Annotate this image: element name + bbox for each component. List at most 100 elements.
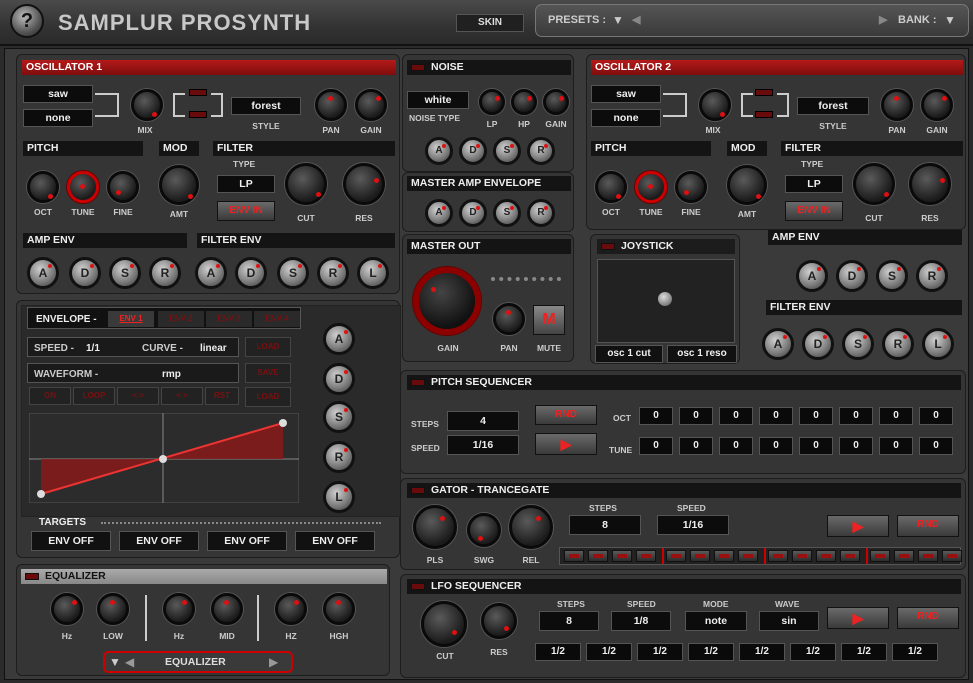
envelope-point-mid[interactable]	[159, 455, 167, 463]
osc1-style-toggle-1[interactable]	[189, 89, 207, 96]
osc1-filter-level-knob[interactable]: L	[357, 257, 389, 289]
osc2-filter-attack-knob[interactable]: A	[762, 328, 794, 360]
osc2-mix-knob[interactable]	[699, 89, 731, 121]
osc1-filter-decay-knob[interactable]: D	[235, 257, 267, 289]
osc1-amp-sustain-knob[interactable]: S	[109, 257, 141, 289]
osc1-amp-decay-knob[interactable]: D	[69, 257, 101, 289]
gator-speed-value[interactable]: 1/16	[657, 515, 729, 535]
osc2-filter-decay-knob[interactable]: D	[802, 328, 834, 360]
envelope-tab-3[interactable]: ENV 3	[206, 311, 252, 327]
pitch-seq-tune-cell[interactable]: 0	[679, 437, 713, 455]
eq-dropdown-icon[interactable]: ▼	[109, 655, 121, 669]
osc2-filter-level-knob[interactable]: L	[922, 328, 954, 360]
noise-release-knob[interactable]: R	[527, 137, 555, 165]
lfo-res-knob[interactable]	[481, 603, 517, 639]
osc1-amp-release-knob[interactable]: R	[149, 257, 181, 289]
osc2-env-in-button[interactable]: ENV IN	[785, 201, 843, 221]
osc2-oct-knob[interactable]	[595, 171, 627, 203]
gator-step-button[interactable]	[612, 550, 632, 562]
envelope-point-start[interactable]	[37, 490, 45, 498]
envelope-graph[interactable]	[29, 413, 299, 503]
gator-step-button[interactable]	[768, 550, 788, 562]
gator-step-button[interactable]	[666, 550, 686, 562]
gator-rel-knob[interactable]	[509, 505, 553, 549]
pitch-seq-oct-cell[interactable]: 0	[839, 407, 873, 425]
osc1-amp-attack-knob[interactable]: A	[27, 257, 59, 289]
gator-swg-knob[interactable]	[467, 513, 501, 547]
equalizer-enable-led[interactable]	[25, 572, 39, 580]
target-2-select[interactable]: ENV OFF	[119, 531, 199, 551]
noise-type-select[interactable]: white	[407, 91, 469, 109]
osc1-oct-knob[interactable]	[27, 171, 59, 203]
pitch-seq-play-button[interactable]: ▶	[535, 433, 597, 455]
env-level-knob[interactable]: L	[323, 481, 355, 513]
gator-step-button[interactable]	[942, 550, 962, 562]
osc1-filter-res-knob[interactable]	[343, 163, 385, 205]
osc2-tune-knob[interactable]	[635, 171, 667, 203]
pitch-seq-oct-cell[interactable]: 0	[879, 407, 913, 425]
noise-attack-knob[interactable]: A	[425, 137, 453, 165]
target-4-select[interactable]: ENV OFF	[295, 531, 375, 551]
joystick-enable-led[interactable]	[601, 242, 615, 250]
osc2-filter-release-knob[interactable]: R	[882, 328, 914, 360]
envelope-reset-button[interactable]: RST	[205, 387, 239, 405]
gator-rnd-button[interactable]: RND	[897, 515, 959, 537]
osc2-amp-attack-knob[interactable]: A	[796, 260, 828, 292]
lfo-step-cell[interactable]: 1/2	[535, 643, 581, 661]
pitch-seq-tune-cell[interactable]: 0	[879, 437, 913, 455]
env-sustain-knob[interactable]: S	[323, 401, 355, 433]
gator-step-button[interactable]	[816, 550, 836, 562]
eq-selector[interactable]: ▼ ◀ EQUALIZER ▶	[103, 651, 293, 673]
envelope-speed-value[interactable]: 1/1	[86, 343, 100, 354]
lfo-wave-value[interactable]: sin	[759, 611, 819, 631]
bank-dropdown-icon[interactable]: ▼	[944, 13, 956, 27]
master-pan-knob[interactable]	[493, 303, 525, 335]
osc1-mod-amt-knob[interactable]	[159, 165, 199, 205]
gator-step-button[interactable]	[564, 550, 584, 562]
osc1-style-select[interactable]: forest	[231, 97, 301, 115]
pitch-seq-oct-cell[interactable]: 0	[799, 407, 833, 425]
noise-lp-knob[interactable]	[479, 89, 505, 115]
pitch-seq-oct-cell[interactable]: 0	[639, 407, 673, 425]
osc2-amp-release-knob[interactable]: R	[916, 260, 948, 292]
gator-step-button[interactable]	[690, 550, 710, 562]
gator-pls-knob[interactable]	[413, 505, 457, 549]
osc1-fine-knob[interactable]	[107, 171, 139, 203]
noise-enable-led[interactable]	[411, 63, 425, 71]
osc1-tune-knob[interactable]	[67, 171, 99, 203]
pitch-seq-steps-value[interactable]: 4	[447, 411, 519, 431]
joystick-handle[interactable]	[658, 292, 672, 306]
lfo-step-cell[interactable]: 1/2	[586, 643, 632, 661]
osc2-fine-knob[interactable]	[675, 171, 707, 203]
pitch-seq-tune-cell[interactable]: 0	[759, 437, 793, 455]
master-attack-knob[interactable]: A	[425, 199, 453, 227]
osc2-filter-sustain-knob[interactable]: S	[842, 328, 874, 360]
lfo-mode-value[interactable]: note	[685, 611, 747, 631]
envelope-shift-right-button[interactable]: < >	[161, 387, 203, 405]
envelope-load-2-button[interactable]: LOAD	[245, 387, 291, 407]
envelope-waveform-value[interactable]: rmp	[162, 369, 181, 380]
osc1-wave1-select[interactable]: saw	[23, 85, 93, 103]
osc1-filter-attack-knob[interactable]: A	[195, 257, 227, 289]
gator-enable-led[interactable]	[411, 486, 425, 494]
gator-step-button[interactable]	[738, 550, 758, 562]
gator-step-button[interactable]	[714, 550, 734, 562]
osc2-wave1-select[interactable]: saw	[591, 85, 661, 103]
osc1-pan-knob[interactable]	[315, 89, 347, 121]
lfo-seq-enable-led[interactable]	[411, 582, 425, 590]
noise-gain-knob[interactable]	[543, 89, 569, 115]
joystick-y-target[interactable]: osc 1 reso	[667, 345, 737, 363]
skin-button[interactable]: SKIN	[456, 14, 524, 32]
noise-hp-knob[interactable]	[511, 89, 537, 115]
lfo-steps-value[interactable]: 8	[539, 611, 599, 631]
envelope-load-button[interactable]: LOAD	[245, 337, 291, 357]
osc2-gain-knob[interactable]	[921, 89, 953, 121]
osc1-mix-knob[interactable]	[131, 89, 163, 121]
eq-mid-hz-knob[interactable]	[163, 593, 195, 625]
pitch-seq-enable-led[interactable]	[411, 378, 425, 386]
osc1-filter-type-select[interactable]: LP	[217, 175, 275, 193]
noise-sustain-knob[interactable]: S	[493, 137, 521, 165]
pitch-seq-tune-cell[interactable]: 0	[839, 437, 873, 455]
joystick-pad[interactable]	[597, 259, 735, 343]
master-release-knob[interactable]: R	[527, 199, 555, 227]
